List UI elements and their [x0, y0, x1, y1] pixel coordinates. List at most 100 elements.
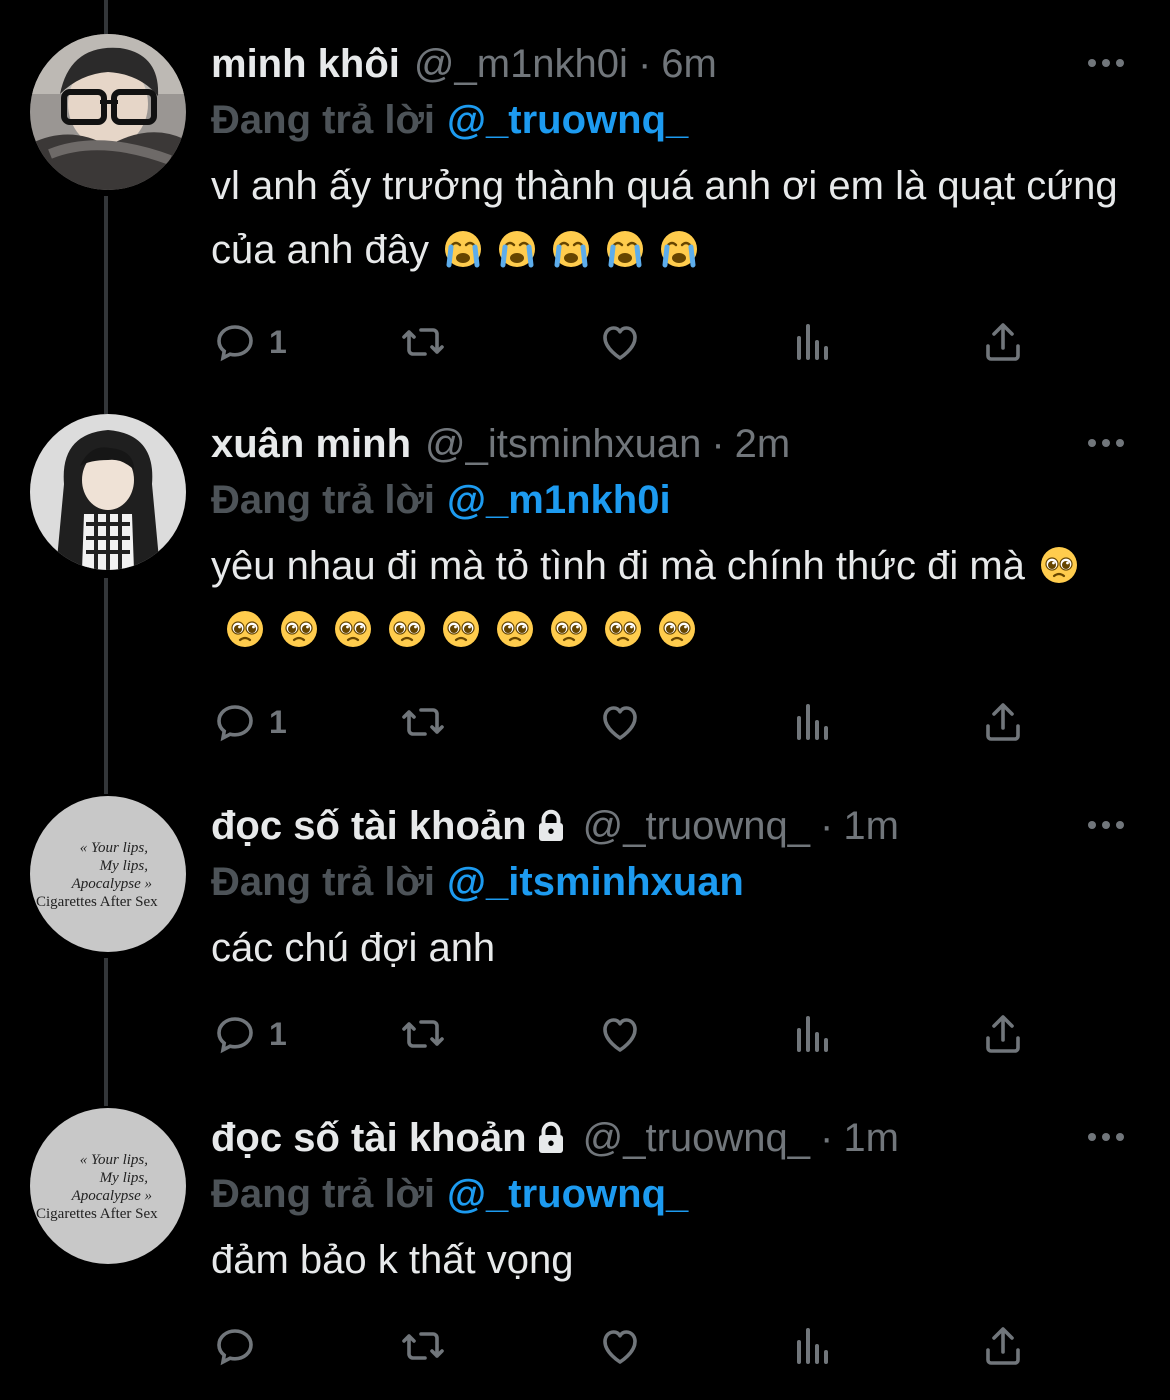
- replying-to-label: Đang trả lời: [211, 97, 436, 142]
- thread-line: [104, 0, 108, 34]
- retweet-icon: [402, 708, 444, 736]
- tweet-text: đảm bảo k thất vọng: [211, 1228, 1131, 1292]
- replying-to-label: Đang trả lời: [211, 1171, 436, 1216]
- reply-button[interactable]: 1: [211, 692, 287, 752]
- retweet-button[interactable]: [399, 1316, 447, 1376]
- tweet-text: vl anh ấy trưởng thành quá anh ơi em là …: [211, 154, 1131, 282]
- views-button[interactable]: [789, 1004, 837, 1064]
- separator-dot: ·: [711, 421, 725, 466]
- heart-icon: [603, 1330, 637, 1364]
- more-options-icon[interactable]: [1086, 48, 1126, 78]
- views-button[interactable]: [789, 1316, 837, 1376]
- replying-to: Đang trả lời @_truownq_: [211, 1164, 688, 1224]
- album-line: Apocalypse »: [71, 1188, 152, 1204]
- timestamp[interactable]: 2m: [735, 422, 791, 467]
- replying-to: Đang trả lời @_m1nkh0i: [211, 470, 671, 530]
- share-icon: [986, 323, 1020, 361]
- heart-icon: [603, 706, 637, 740]
- share-button[interactable]: [979, 1004, 1027, 1064]
- reply-button[interactable]: 1: [211, 1004, 287, 1064]
- pleading-face-emoji: [497, 611, 533, 647]
- album-line: My lips,: [99, 858, 148, 874]
- tweet-text-content: đảm bảo k thất vọng: [211, 1238, 574, 1282]
- username[interactable]: @_truownq_: [583, 1116, 810, 1161]
- retweet-icon: [402, 1020, 444, 1048]
- views-button[interactable]: [789, 692, 837, 752]
- reply-count: 1: [269, 323, 287, 360]
- more-options-icon[interactable]: [1086, 428, 1126, 458]
- pleading-face-emoji: [605, 611, 641, 647]
- pleading-face-emoji: [443, 611, 479, 647]
- display-name[interactable]: đọc số tài khoản: [211, 1116, 527, 1161]
- emoji-row: [429, 228, 699, 272]
- album-line: « Your lips,: [80, 840, 148, 856]
- album-line: « Your lips,: [80, 1152, 148, 1168]
- analytics-icon: [797, 1016, 828, 1052]
- tweet-header: minh khôi @_m1nkh0i · 6m: [211, 34, 717, 94]
- analytics-icon: [797, 324, 828, 360]
- like-button[interactable]: [596, 1316, 644, 1376]
- album-line: Cigarettes After Sex: [36, 1206, 158, 1222]
- analytics-icon: [797, 704, 828, 740]
- like-button[interactable]: [596, 692, 644, 752]
- tweet-header: đọc số tài khoản @_truownq_ · 1m: [211, 1108, 899, 1168]
- heart-icon: [603, 326, 637, 360]
- reply-count: 1: [269, 703, 287, 740]
- username[interactable]: @_m1nkh0i: [414, 42, 628, 87]
- crying-face-emoji: [444, 231, 481, 268]
- reply-button[interactable]: 1: [211, 312, 287, 372]
- retweet-button[interactable]: [399, 312, 447, 372]
- username[interactable]: @_itsminhxuan: [425, 422, 701, 467]
- like-button[interactable]: [596, 312, 644, 372]
- pleading-face-emoji: [1040, 547, 1077, 583]
- replying-to-link[interactable]: @_itsminhxuan: [447, 860, 744, 905]
- timestamp[interactable]: 1m: [843, 804, 899, 849]
- reply-icon: [217, 325, 253, 362]
- crying-face-emoji: [552, 231, 589, 268]
- tweet[interactable]: « Your lips, My lips, Apocalypse » Cigar…: [0, 1108, 1170, 1398]
- share-button[interactable]: [979, 312, 1027, 372]
- share-icon: [986, 1015, 1020, 1053]
- tweet-text: các chú đợi anh: [211, 916, 1131, 980]
- tweet-header: xuân minh @_itsminhxuan · 2m: [211, 414, 790, 474]
- tweet[interactable]: xuân minh @_itsminhxuan · 2m Đang trả lờ…: [0, 414, 1170, 778]
- reply-icon: [217, 1017, 253, 1054]
- tweet[interactable]: « Your lips, My lips, Apocalypse » Cigar…: [0, 796, 1170, 1096]
- timestamp[interactable]: 6m: [661, 42, 717, 87]
- avatar[interactable]: [30, 34, 186, 190]
- share-button[interactable]: [979, 1316, 1027, 1376]
- retweet-icon: [402, 1332, 444, 1360]
- tweet-actions: 1: [211, 312, 1051, 372]
- lock-icon: [538, 809, 563, 841]
- retweet-button[interactable]: [399, 692, 447, 752]
- avatar[interactable]: « Your lips, My lips, Apocalypse » Cigar…: [30, 1108, 186, 1264]
- reply-button[interactable]: [211, 1316, 269, 1376]
- like-button[interactable]: [596, 1004, 644, 1064]
- more-options-icon[interactable]: [1086, 1122, 1126, 1152]
- avatar[interactable]: « Your lips, My lips, Apocalypse » Cigar…: [30, 796, 186, 952]
- separator-dot: ·: [637, 41, 652, 86]
- replying-to-link[interactable]: @_m1nkh0i: [447, 478, 671, 523]
- tweet-text-content: các chú đợi anh: [211, 926, 496, 970]
- tweet-text-content: yêu nhau đi mà tỏ tình đi mà chính thức …: [211, 544, 1025, 588]
- avatar[interactable]: [30, 414, 186, 570]
- share-button[interactable]: [979, 692, 1027, 752]
- crying-face-emoji: [606, 231, 643, 268]
- share-icon: [986, 1327, 1020, 1365]
- retweet-button[interactable]: [399, 1004, 447, 1064]
- views-button[interactable]: [789, 312, 837, 372]
- reply-icon: [217, 1329, 253, 1366]
- tweet[interactable]: minh khôi @_m1nkh0i · 6m Đang trả lời @_…: [0, 34, 1170, 394]
- lock-icon: [538, 1121, 563, 1153]
- timestamp[interactable]: 1m: [843, 1116, 899, 1161]
- replying-to-link[interactable]: @_truownq_: [447, 1172, 688, 1217]
- replying-to: Đang trả lời @_itsminhxuan: [211, 852, 744, 912]
- display-name[interactable]: xuân minh: [211, 422, 411, 467]
- replying-to-label: Đang trả lời: [211, 477, 436, 522]
- display-name[interactable]: đọc số tài khoản: [211, 804, 527, 849]
- username[interactable]: @_truownq_: [583, 804, 810, 849]
- display-name[interactable]: minh khôi: [211, 42, 400, 87]
- replying-to-link[interactable]: @_truownq_: [447, 98, 688, 143]
- more-options-icon[interactable]: [1086, 810, 1126, 840]
- album-line: Cigarettes After Sex: [36, 894, 158, 910]
